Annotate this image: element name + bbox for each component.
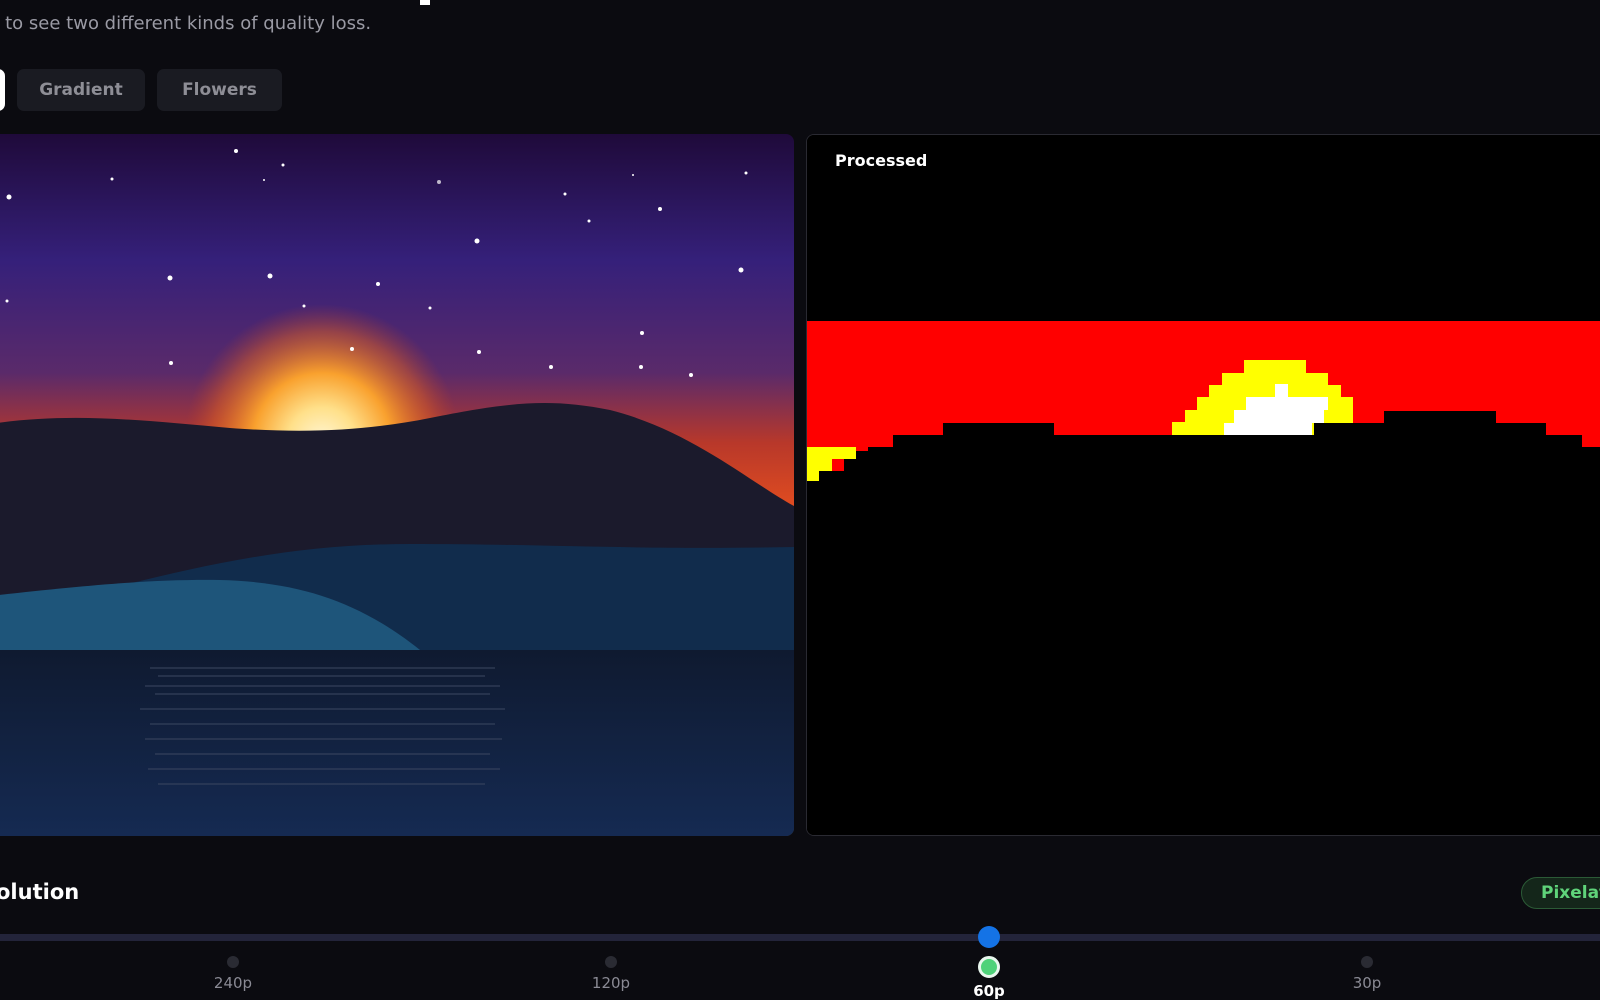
stop-label-60p[interactable]: 60p — [973, 982, 1005, 1000]
pixelated-sunset-image — [807, 135, 1600, 835]
stop-dot-60p-selected[interactable] — [978, 956, 1000, 978]
mode-badge: Pixelat — [1521, 877, 1600, 909]
stop-dot-30p[interactable] — [1361, 956, 1373, 968]
stop-dot-240p[interactable] — [227, 956, 239, 968]
processed-label: Processed — [835, 151, 928, 170]
preset-button-active[interactable] — [0, 69, 5, 111]
stop-dot-120p[interactable] — [605, 956, 617, 968]
resolution-slider-track[interactable] — [0, 934, 1600, 941]
preset-button-gradient[interactable]: Gradient — [17, 69, 145, 111]
page-subtitle: r to see two different kinds of quality … — [0, 13, 372, 34]
preset-button-flowers[interactable]: Flowers — [157, 69, 282, 111]
sunset-landscape-image — [0, 134, 794, 836]
processed-image-panel: Processed — [806, 134, 1600, 836]
stop-label-30p[interactable]: 30p — [1353, 974, 1382, 992]
resolution-section-title: olution — [0, 880, 80, 904]
resolution-slider-thumb[interactable] — [978, 926, 1000, 948]
stop-label-240p[interactable]: 240p — [214, 974, 252, 992]
original-image-panel — [0, 134, 794, 836]
page-title-fragment — [420, 0, 430, 5]
stop-label-120p[interactable]: 120p — [592, 974, 630, 992]
